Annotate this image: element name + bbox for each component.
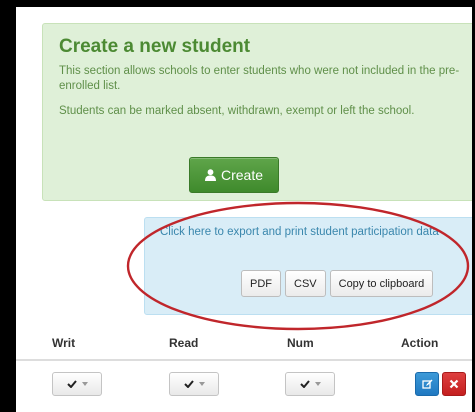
export-pdf-button[interactable]: PDF [241, 270, 281, 297]
num-status-dropdown[interactable] [285, 372, 335, 396]
create-description-1: This section allows schools to enter stu… [59, 65, 460, 92]
page-viewport: Create a new student This section allows… [16, 7, 472, 412]
create-student-button[interactable]: Create [189, 157, 279, 193]
checkmark-icon [299, 380, 310, 388]
create-student-panel: Create a new student This section allows… [42, 23, 472, 201]
header-action: Action [401, 336, 439, 350]
close-icon [449, 379, 459, 389]
chevron-down-icon [314, 382, 321, 386]
writ-status-dropdown[interactable] [52, 372, 102, 396]
user-icon [204, 169, 216, 181]
export-panel: Click here to export and print student p… [144, 217, 472, 315]
export-csv-button[interactable]: CSV [285, 270, 326, 297]
delete-student-button[interactable] [442, 372, 466, 396]
create-student-title: Create a new student [59, 36, 251, 57]
table-header-row: Writ Read Num Action [16, 327, 472, 361]
edit-student-button[interactable] [415, 372, 439, 396]
header-writ[interactable]: Writ [52, 336, 75, 350]
copy-to-clipboard-button[interactable]: Copy to clipboard [329, 270, 434, 297]
header-num[interactable]: Num [287, 336, 314, 350]
chevron-down-icon [198, 382, 205, 386]
create-description-2: Students can be marked absent, withdrawn… [59, 105, 415, 117]
read-status-dropdown[interactable] [169, 372, 219, 396]
checkmark-icon [66, 380, 77, 388]
table-row [16, 361, 472, 412]
chevron-down-icon [81, 382, 88, 386]
create-button-label: Create [220, 167, 264, 183]
export-button-group: PDF CSV Copy to clipboard [241, 270, 434, 297]
edit-icon [421, 379, 432, 389]
header-read[interactable]: Read [169, 336, 198, 350]
export-link[interactable]: Click here to export and print student p… [160, 225, 460, 240]
checkmark-icon [183, 380, 194, 388]
